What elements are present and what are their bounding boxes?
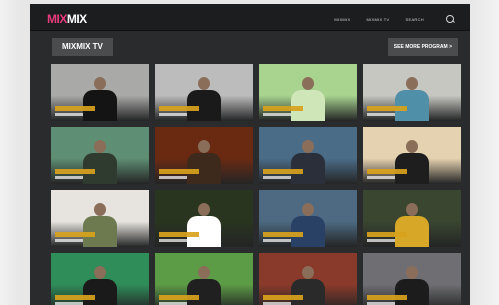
caption-bar xyxy=(55,295,95,300)
person-silhouette xyxy=(291,203,325,247)
mixmix-logo[interactable]: MIXMIX xyxy=(47,12,87,26)
video-thumbnail[interactable] xyxy=(155,190,253,247)
person-silhouette xyxy=(187,203,221,247)
logo-part-1: MIX xyxy=(47,12,67,26)
top-navigation-bar: MIXMIX MIXMIX MIXMIX TV SEARCH xyxy=(30,4,470,31)
website-screen: MIXMIX MIXMIX MIXMIX TV SEARCH MIXMIX TV… xyxy=(30,4,470,305)
video-thumbnail[interactable] xyxy=(51,64,149,121)
caption-subtext-bar xyxy=(159,176,187,179)
person-head xyxy=(94,266,106,279)
caption-bar xyxy=(263,232,303,237)
person-head xyxy=(302,203,314,216)
nav-item-search[interactable]: SEARCH xyxy=(406,17,424,22)
caption-bar xyxy=(367,232,407,237)
person-head xyxy=(94,140,106,153)
caption-subtext-bar xyxy=(159,113,187,116)
caption-bar xyxy=(263,169,303,174)
person-silhouette xyxy=(291,77,325,121)
caption-bar xyxy=(55,169,95,174)
person-body xyxy=(83,279,117,305)
person-head xyxy=(198,266,210,279)
person-head xyxy=(302,140,314,153)
person-head xyxy=(198,77,210,90)
caption-bar xyxy=(55,106,95,111)
video-thumbnail[interactable] xyxy=(259,64,357,121)
person-silhouette xyxy=(395,140,429,184)
caption-bar xyxy=(55,232,95,237)
page-title: MIXMIX TV xyxy=(52,38,113,56)
person-silhouette xyxy=(395,203,429,247)
caption-bar xyxy=(159,232,199,237)
person-head xyxy=(198,203,210,216)
person-silhouette xyxy=(83,140,117,184)
video-thumbnail[interactable] xyxy=(155,64,253,121)
person-head xyxy=(198,140,210,153)
caption-subtext-bar xyxy=(263,113,291,116)
video-thumbnail[interactable] xyxy=(363,64,461,121)
video-thumbnail[interactable] xyxy=(259,127,357,184)
person-body xyxy=(395,279,429,305)
caption-subtext-bar xyxy=(367,176,395,179)
person-body xyxy=(187,279,221,305)
caption-subtext-bar xyxy=(367,113,395,116)
monitor-frame: MIXMIX MIXMIX MIXMIX TV SEARCH MIXMIX TV… xyxy=(0,0,499,305)
caption-bar xyxy=(263,295,303,300)
video-thumbnail[interactable] xyxy=(51,127,149,184)
person-body xyxy=(291,279,325,305)
person-head xyxy=(406,203,418,216)
main-nav: MIXMIX MIXMIX TV SEARCH xyxy=(334,15,454,23)
person-silhouette xyxy=(83,203,117,247)
nav-item-mixmix[interactable]: MIXMIX xyxy=(334,17,350,22)
nav-item-mixmix-tv[interactable]: MIXMIX TV xyxy=(366,17,389,22)
person-head xyxy=(94,77,106,90)
video-thumbnail[interactable] xyxy=(155,253,253,305)
video-thumbnail[interactable] xyxy=(259,253,357,305)
caption-bar xyxy=(159,106,199,111)
caption-subtext-bar xyxy=(55,113,83,116)
person-silhouette xyxy=(187,77,221,121)
caption-bar xyxy=(367,169,407,174)
video-thumbnail[interactable] xyxy=(259,190,357,247)
caption-bar xyxy=(367,295,407,300)
person-head xyxy=(406,266,418,279)
caption-subtext-bar xyxy=(263,239,291,242)
video-thumbnail[interactable] xyxy=(51,253,149,305)
caption-bar xyxy=(263,106,303,111)
person-head xyxy=(302,266,314,279)
video-thumbnail[interactable] xyxy=(363,127,461,184)
caption-subtext-bar xyxy=(367,239,395,242)
search-icon[interactable] xyxy=(446,15,454,23)
video-thumbnail-grid xyxy=(51,64,461,305)
person-silhouette xyxy=(83,77,117,121)
person-head xyxy=(302,77,314,90)
caption-bar xyxy=(367,106,407,111)
caption-subtext-bar xyxy=(55,176,83,179)
caption-subtext-bar xyxy=(263,176,291,179)
video-thumbnail[interactable] xyxy=(51,190,149,247)
video-thumbnail[interactable] xyxy=(363,190,461,247)
logo-part-2: MIX xyxy=(66,12,87,26)
person-silhouette xyxy=(187,140,221,184)
person-silhouette xyxy=(291,140,325,184)
video-thumbnail[interactable] xyxy=(155,127,253,184)
see-more-program-button[interactable]: SEE MORE PROGRAM > xyxy=(387,38,458,56)
person-head xyxy=(406,140,418,153)
caption-subtext-bar xyxy=(159,239,187,242)
person-silhouette xyxy=(395,77,429,121)
caption-bar xyxy=(159,295,199,300)
person-head xyxy=(94,203,106,216)
person-head xyxy=(406,77,418,90)
video-thumbnail[interactable] xyxy=(363,253,461,305)
caption-subtext-bar xyxy=(55,239,83,242)
caption-bar xyxy=(159,169,199,174)
